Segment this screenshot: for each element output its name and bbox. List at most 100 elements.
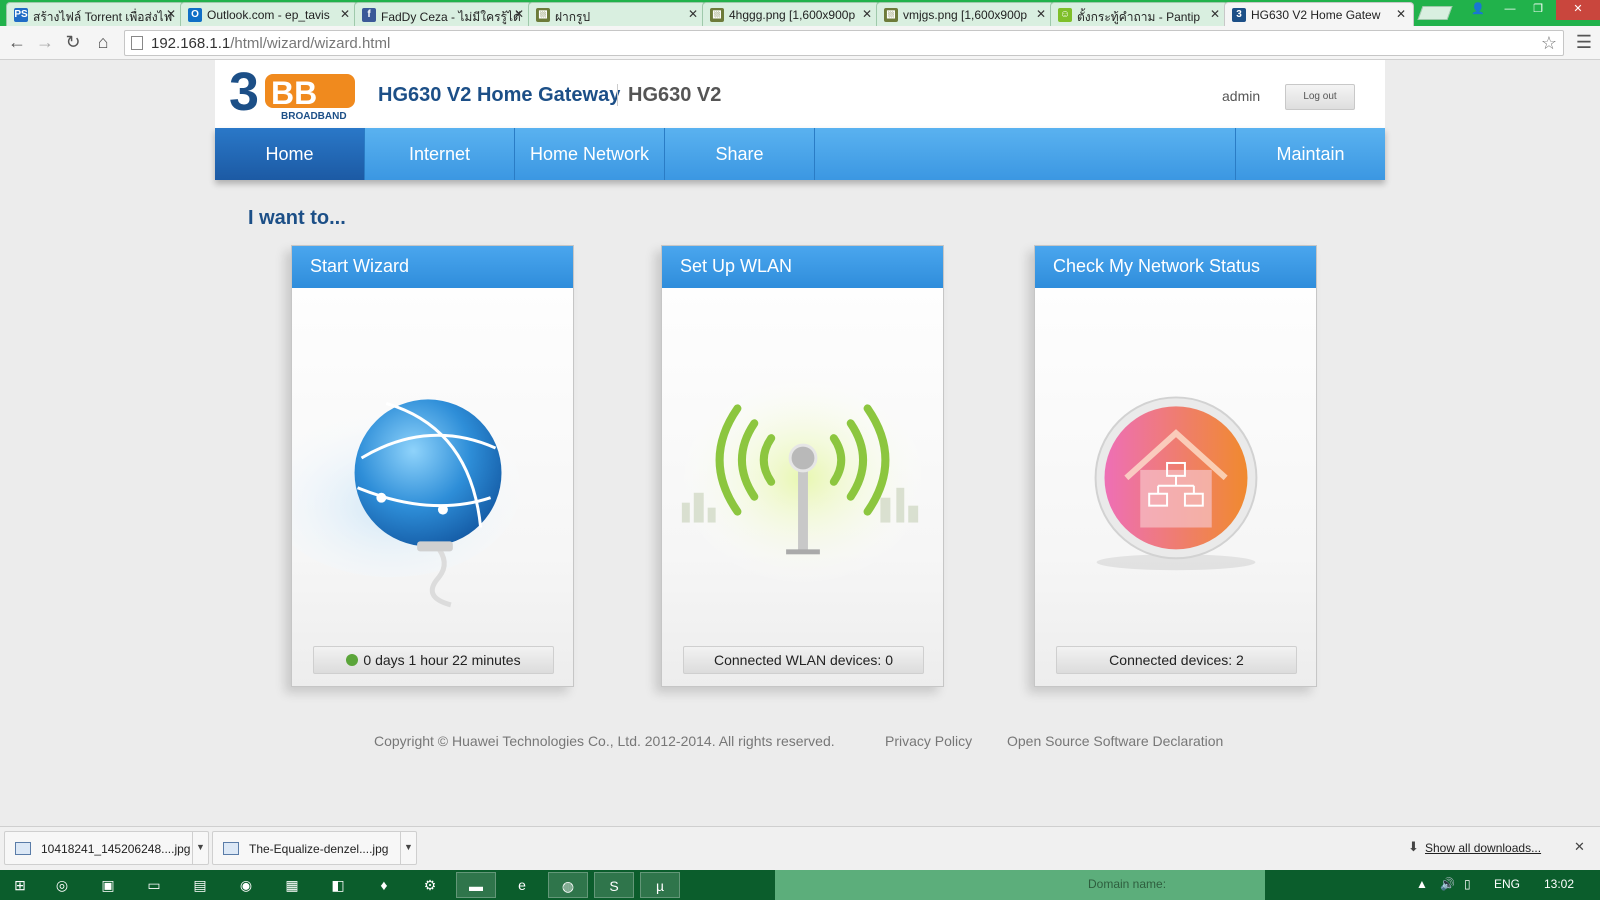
download-filename: The-Equalize-denzel....jpg — [249, 842, 389, 856]
volume-icon[interactable]: 🔊 — [1440, 877, 1455, 891]
tab-label: FadDy Ceza - ไม่มีใครรู้ได้ — [381, 10, 521, 24]
image-file-icon — [223, 842, 239, 855]
logo-broadband-text: BROADBAND — [281, 111, 347, 122]
close-tab-icon[interactable]: ✕ — [862, 7, 872, 21]
close-tab-icon[interactable]: ✕ — [340, 7, 350, 21]
skype-icon[interactable]: S — [594, 872, 634, 898]
privacy-policy-link[interactable]: Privacy Policy — [885, 733, 972, 749]
cmd-icon[interactable]: ▭ — [134, 872, 174, 898]
browser-tab[interactable]: ▧ ฝากรูป ✕ — [528, 2, 706, 26]
steam-icon[interactable]: ⚙ — [410, 872, 450, 898]
app-icon[interactable]: ◉ — [226, 872, 266, 898]
image-file-icon — [15, 842, 31, 855]
utorrent-icon[interactable]: µ — [640, 872, 680, 898]
close-tab-icon[interactable]: ✕ — [514, 7, 524, 21]
network-status-card[interactable]: Check My Network Status Connected device… — [1034, 245, 1317, 687]
language-indicator[interactable]: ENG — [1494, 877, 1520, 891]
card-title[interactable]: Check My Network Status — [1035, 246, 1316, 288]
browser-tab[interactable]: PS สร้างไฟล์ Torrent เพื่อส่งไฟ ✕ — [6, 2, 184, 26]
back-icon[interactable]: ← — [6, 31, 28, 53]
close-tab-icon[interactable]: ✕ — [1210, 7, 1220, 21]
windows-taskbar: Domain name: ⊞ ◎ ▣ ▭ ▤ ◉ ▦ ◧ ♦ ⚙ ▬ e ◍ S… — [0, 870, 1600, 900]
card-title[interactable]: Set Up WLAN — [662, 246, 943, 288]
title-separator — [617, 84, 618, 106]
profile-icon[interactable]: 👤 — [1464, 0, 1492, 20]
browser-tab-active[interactable]: 3 HG630 V2 Home Gatew ✕ — [1224, 2, 1414, 26]
tab-label: HG630 V2 Home Gatew — [1251, 8, 1381, 22]
router-header: 3 BB BROADBAND HG630 V2 Home Gateway HG6… — [215, 60, 1385, 128]
close-download-bar-icon[interactable]: ✕ — [1574, 839, 1585, 855]
app-icon[interactable]: ▣ — [88, 872, 128, 898]
logout-button[interactable]: Log out — [1285, 84, 1355, 110]
chrome-icon[interactable]: ◍ — [548, 872, 588, 898]
bookmark-star-icon[interactable]: ☆ — [1541, 33, 1557, 54]
forward-icon[interactable]: → — [34, 31, 56, 53]
close-window-icon[interactable]: ✕ — [1556, 0, 1600, 20]
username: admin — [1222, 88, 1261, 104]
reload-icon[interactable]: ↻ — [62, 31, 84, 53]
browser-tab[interactable]: ☺ ตั้งกระทู้คำถาม - Pantip ✕ — [1050, 2, 1228, 26]
file-explorer-icon[interactable]: ▬ — [456, 872, 496, 898]
home-network-icon[interactable] — [1035, 288, 1316, 628]
photoshop-favicon-icon: PS — [14, 8, 28, 22]
wifi-antenna-icon[interactable] — [662, 288, 943, 628]
network-icon[interactable]: ▯ — [1464, 877, 1471, 891]
start-button-icon[interactable]: ⊞ — [0, 872, 40, 898]
app-icon[interactable]: ◎ — [42, 872, 82, 898]
show-all-downloads-link[interactable]: Show all downloads... — [1425, 841, 1541, 855]
nav-maintain[interactable]: Maintain — [1235, 128, 1385, 180]
download-item[interactable]: The-Equalize-denzel....jpg ▼ — [212, 831, 417, 865]
close-tab-icon[interactable]: ✕ — [1036, 7, 1046, 21]
product-title: HG630 V2 Home Gateway — [378, 84, 621, 106]
nav-home[interactable]: Home — [215, 128, 365, 180]
browser-tabstrip: PS สร้างไฟล์ Torrent เพื่อส่งไฟ ✕ O Outl… — [0, 0, 1600, 26]
tab-label: ฝากรูป — [555, 10, 591, 24]
section-title: I want to... — [248, 207, 346, 229]
address-bar[interactable]: 192.168.1.1/html/wizard/wizard.html ☆ — [124, 30, 1564, 56]
preview-text: Domain name: — [1088, 877, 1167, 891]
app-icon[interactable]: ▦ — [272, 872, 312, 898]
card-title[interactable]: Start Wizard — [292, 246, 573, 288]
browser-tab[interactable]: O Outlook.com - ep_tavis ✕ — [180, 2, 358, 26]
open-source-link[interactable]: Open Source Software Declaration — [1007, 733, 1223, 749]
nav-share[interactable]: Share — [665, 128, 815, 180]
browser-tab[interactable]: ▧ vmjgs.png [1,600x900p ✕ — [876, 2, 1054, 26]
3bb-logo: 3 BB BROADBAND — [229, 66, 355, 122]
download-item[interactable]: 10418241_145206248....jpg ▼ — [4, 831, 209, 865]
download-menu-arrow-icon[interactable]: ▼ — [400, 832, 416, 864]
close-tab-icon[interactable]: ✕ — [688, 7, 698, 21]
download-filename: 10418241_145206248....jpg — [41, 842, 191, 856]
chrome-menu-icon[interactable]: ☰ — [1576, 32, 1592, 53]
nav-internet[interactable]: Internet — [365, 128, 515, 180]
restore-icon[interactable]: ❐ — [1524, 0, 1552, 20]
facebook-favicon-icon: f — [362, 8, 376, 22]
url-text: 192.168.1.1/html/wizard/wizard.html — [151, 35, 390, 52]
3bb-favicon-icon: 3 — [1232, 8, 1246, 22]
browser-tab[interactable]: f FadDy Ceza - ไม่มีใครรู้ได้ ✕ — [354, 2, 532, 26]
browser-toolbar: ← → ↻ ⌂ 192.168.1.1/html/wizard/wizard.h… — [0, 26, 1600, 60]
nav-home-network[interactable]: Home Network — [515, 128, 665, 180]
model-name: HG630 V2 — [628, 84, 722, 106]
tab-label: Outlook.com - ep_tavis — [207, 8, 330, 22]
setup-wlan-card[interactable]: Set Up WLAN Connected WLAN devices: 0 — [661, 245, 944, 687]
minimize-icon[interactable]: — — [1496, 0, 1524, 20]
app-icon[interactable]: ◧ — [318, 872, 358, 898]
browser-tab[interactable]: ▧ 4hggg.png [1,600x900p ✕ — [702, 2, 880, 26]
start-wizard-card[interactable]: Start Wizard 0 days 1 hour 22 minutes — [291, 245, 574, 687]
new-tab-button[interactable] — [1417, 6, 1453, 20]
globe-icon[interactable] — [292, 288, 573, 628]
url-host: 192.168.1.1 — [151, 35, 231, 52]
app-icon[interactable]: ♦ — [364, 872, 404, 898]
download-menu-arrow-icon[interactable]: ▼ — [192, 832, 208, 864]
uptime-status: 0 days 1 hour 22 minutes — [313, 646, 554, 674]
clock[interactable]: 13:02 — [1544, 877, 1574, 891]
tab-label: vmjgs.png [1,600x900p — [903, 8, 1028, 22]
image-favicon-icon: ▧ — [710, 8, 724, 22]
close-tab-icon[interactable]: ✕ — [166, 7, 176, 21]
close-tab-icon[interactable]: ✕ — [1396, 7, 1406, 21]
home-icon[interactable]: ⌂ — [92, 31, 114, 53]
image-favicon-icon: ▧ — [536, 8, 550, 22]
app-icon[interactable]: ▤ — [180, 872, 220, 898]
internet-explorer-icon[interactable]: e — [502, 872, 542, 898]
tray-overflow-icon[interactable]: ▲ — [1416, 877, 1428, 891]
